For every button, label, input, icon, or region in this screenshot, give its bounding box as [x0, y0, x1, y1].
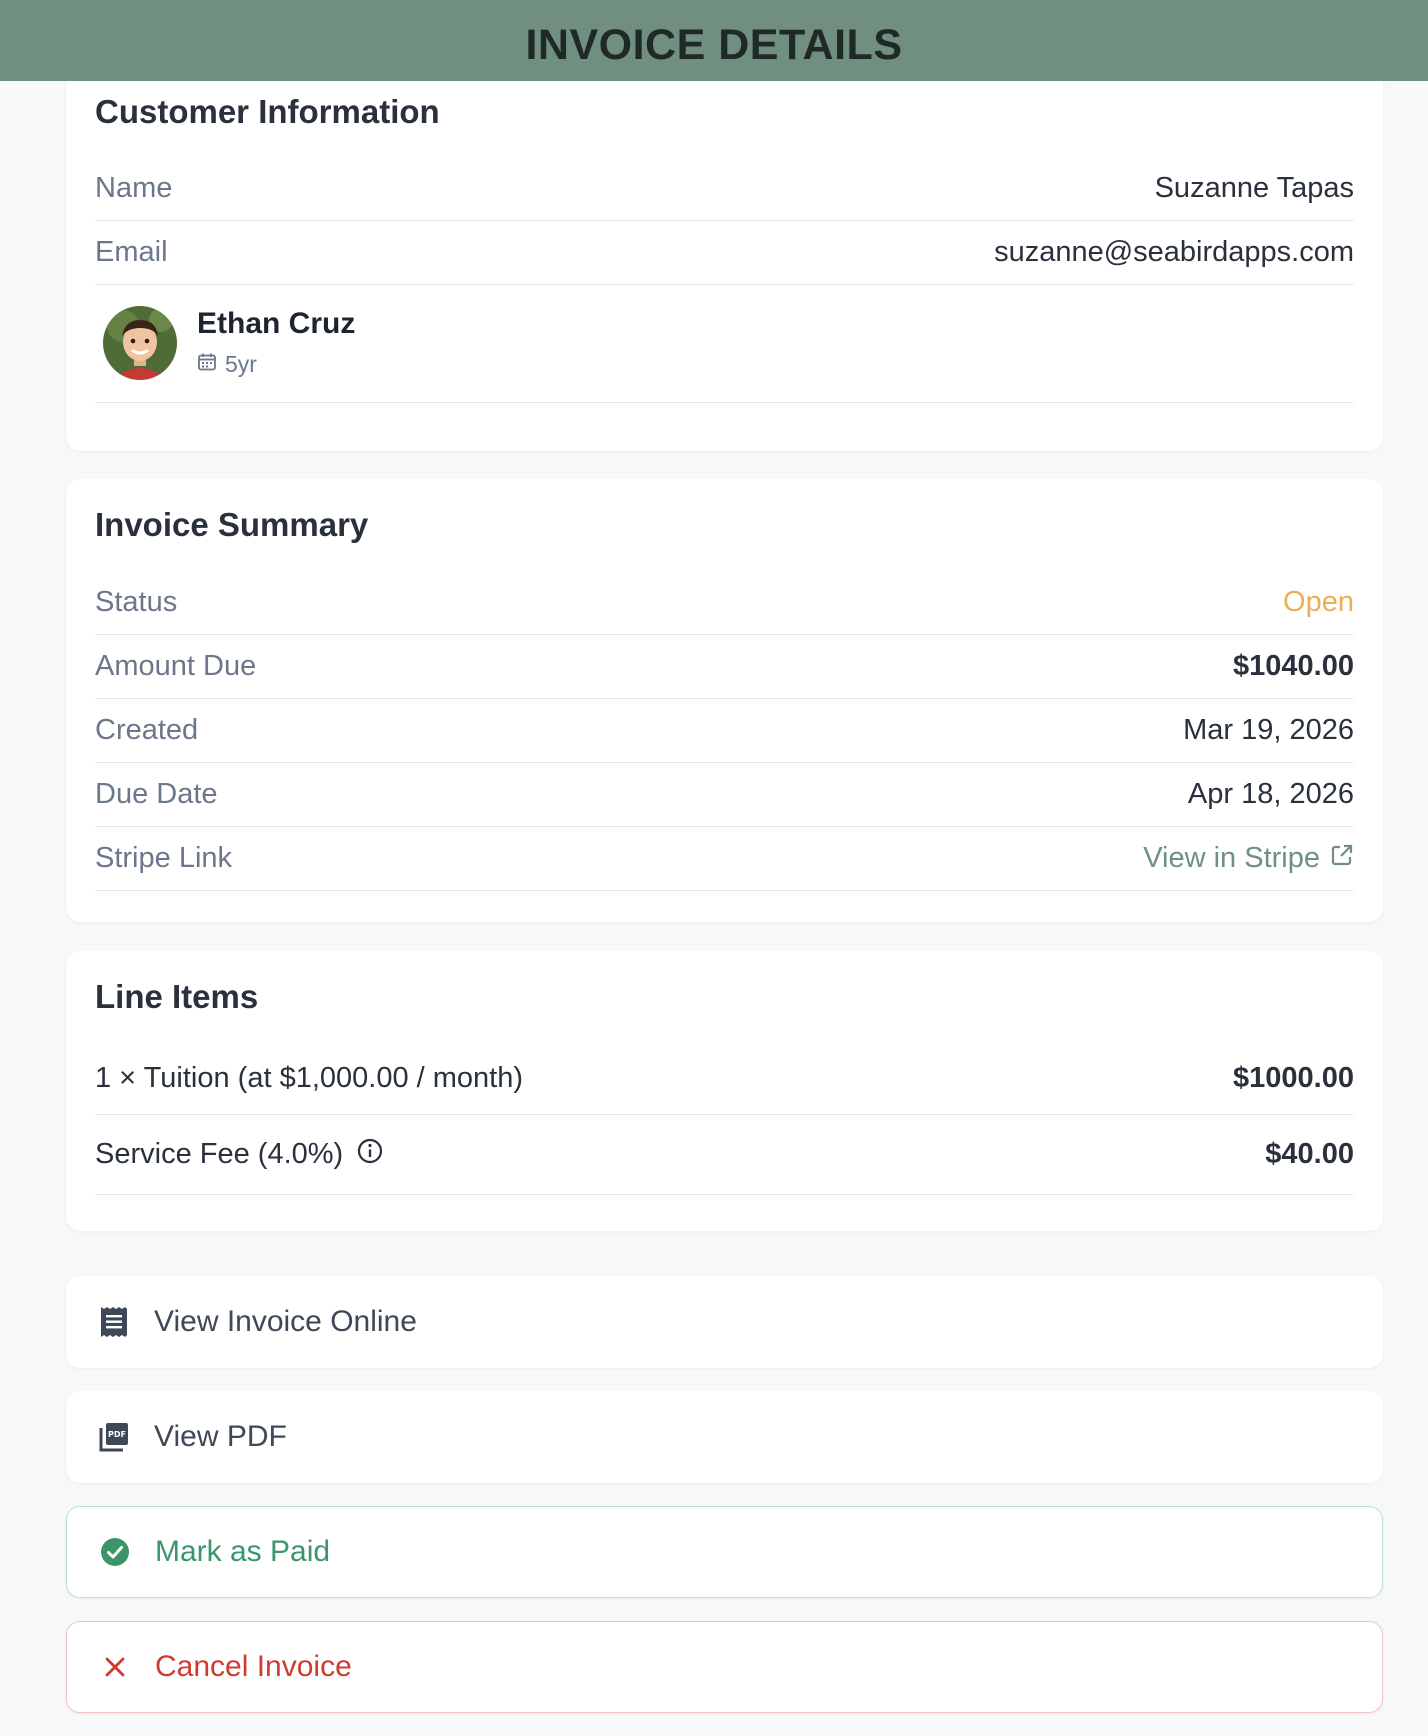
created-label: Created [95, 714, 199, 746]
calendar-icon [197, 351, 217, 378]
amount-due-label: Amount Due [95, 650, 257, 682]
line-item: 1 × Tuition (at $1,000.00 / month) $1000… [95, 1043, 1354, 1115]
line-item-description: 1 × Tuition (at $1,000.00 / month) [95, 1062, 524, 1094]
due-date-value: Apr 18, 2026 [1187, 778, 1354, 810]
stripe-link-row: Stripe Link View in Stripe [95, 827, 1354, 891]
email-value: suzanne@seabirdapps.com [994, 236, 1354, 268]
view-invoice-online-button[interactable]: View Invoice Online [66, 1276, 1383, 1368]
amount-due-row: Amount Due $1040.00 [95, 635, 1354, 699]
line-item: Service Fee (4.0%) $40.00 [95, 1115, 1354, 1195]
status-label: Status [95, 586, 178, 618]
mark-as-paid-label: Mark as Paid [155, 1535, 331, 1568]
info-icon[interactable] [357, 1138, 383, 1172]
line-items-title: Line Items [95, 978, 259, 1015]
line-item-amount: $1000.00 [1233, 1062, 1354, 1094]
cancel-invoice-label: Cancel Invoice [155, 1650, 352, 1683]
cancel-invoice-button[interactable]: Cancel Invoice [66, 1621, 1383, 1713]
status-badge: Open [1283, 586, 1354, 618]
amount-due-value: $1040.00 [1233, 650, 1354, 682]
customer-info-title: Customer Information [95, 93, 440, 130]
close-icon [97, 1649, 133, 1685]
status-row: Status Open [95, 571, 1354, 635]
child-age: 5yr [197, 351, 257, 378]
external-link-icon [1330, 842, 1354, 875]
view-invoice-online-label: View Invoice Online [154, 1305, 417, 1338]
invoice-summary-title: Invoice Summary [95, 506, 369, 543]
view-in-stripe-link[interactable]: View in Stripe [1143, 842, 1354, 875]
avatar [103, 306, 177, 380]
child-profile[interactable]: Ethan Cruz 5yr [95, 285, 1354, 403]
mark-as-paid-button[interactable]: Mark as Paid [66, 1506, 1383, 1598]
pdf-icon: PDF [96, 1419, 132, 1455]
created-value: Mar 19, 2026 [1183, 714, 1354, 746]
customer-email-row: Email suzanne@seabirdapps.com [95, 221, 1354, 285]
stripe-link-label: Stripe Link [95, 842, 233, 874]
child-age-value: 5yr [225, 351, 257, 377]
page-header: INVOICE DETAILS [0, 0, 1428, 81]
svg-text:PDF: PDF [108, 1430, 126, 1439]
customer-name-row: Name Suzanne Tapas [95, 157, 1354, 221]
line-item-amount: $40.00 [1265, 1138, 1354, 1170]
view-pdf-button[interactable]: PDF View PDF [66, 1391, 1383, 1483]
created-row: Created Mar 19, 2026 [95, 699, 1354, 763]
view-pdf-label: View PDF [154, 1420, 287, 1453]
check-circle-icon [97, 1534, 133, 1570]
view-in-stripe-text: View in Stripe [1143, 842, 1320, 874]
page-title: INVOICE DETAILS [525, 21, 903, 69]
receipt-icon [96, 1304, 132, 1340]
due-date-row: Due Date Apr 18, 2026 [95, 763, 1354, 827]
invoice-summary-card: Invoice Summary Status Open Amount Due $… [66, 479, 1383, 922]
email-label: Email [95, 236, 168, 268]
line-items-card: Line Items 1 × Tuition (at $1,000.00 / m… [66, 951, 1383, 1231]
name-label: Name [95, 172, 173, 204]
name-value: Suzanne Tapas [1154, 172, 1354, 204]
child-name: Ethan Cruz [197, 307, 356, 340]
line-item-description: Service Fee (4.0%) [95, 1138, 344, 1170]
due-date-label: Due Date [95, 778, 218, 810]
service-fee-label: Service Fee (4.0%) [95, 1138, 383, 1172]
customer-info-card: Customer Information Name Suzanne Tapas … [66, 81, 1383, 451]
